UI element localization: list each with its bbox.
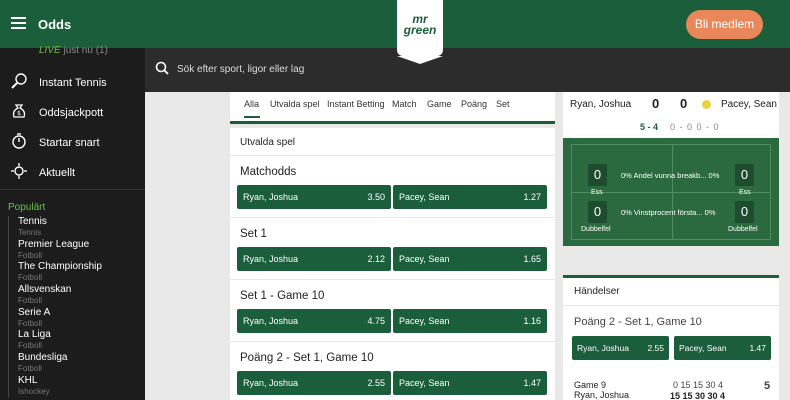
tab-match[interactable]: Match <box>392 99 417 109</box>
popular-item[interactable]: Bundesliga Fotboll <box>9 352 138 375</box>
other-sets: 0 - 0 0 - 0 <box>670 122 720 132</box>
sidebar-item-label: Instant Tennis <box>39 77 107 89</box>
events-panel: Händelser Poäng 2 - Set 1, Game 10 Ryan,… <box>563 275 779 400</box>
player-two-name: Pacey, Sean <box>721 99 777 110</box>
popular-item[interactable]: Premier League Fotboll <box>9 239 138 262</box>
active-tab-indicator <box>244 116 260 118</box>
odds-button[interactable]: Ryan, Joshua 2.55 <box>572 336 669 360</box>
events-market-title: Poäng 2 - Set 1, Game 10 <box>574 316 702 328</box>
current-set-games: 5 - 4 <box>640 122 659 132</box>
game-points-bottom: 15 15 30 30 4 <box>670 391 726 400</box>
odds-button[interactable]: Pacey, Sean 1.47 <box>393 371 547 395</box>
player-two-score: 0 <box>680 96 688 111</box>
svg-text:$: $ <box>17 110 21 117</box>
sidebar-item-aktuellt[interactable]: Aktuellt <box>0 158 145 188</box>
odds-button[interactable]: Pacey, Sean 1.47 <box>674 336 771 360</box>
sidebar-item-label: Aktuellt <box>39 167 76 179</box>
tab-set[interactable]: Set <box>496 99 510 109</box>
player-one-name: Ryan, Joshua <box>570 99 632 110</box>
featured-markets: Utvalda spel Matchodds Ryan, Joshua 3.50 … <box>230 128 555 400</box>
odds-button[interactable]: Ryan, Joshua 4.75 <box>237 309 391 333</box>
double-faults-label: Dubbelfel <box>581 226 611 233</box>
tab-poang[interactable]: Poäng <box>461 99 487 109</box>
double-faults-player-two: 0 <box>735 201 754 223</box>
break-points-stat: 0% Andel vunna breakb... 0% <box>621 171 720 180</box>
popular-list: Tennis Tennis Premier League Fotboll The C… <box>8 216 138 398</box>
tennis-racket-icon <box>9 72 29 92</box>
search-input[interactable]: Sök efter sport, ligor eller lag <box>177 64 304 75</box>
page-title: Odds <box>38 17 72 32</box>
odds-button[interactable]: Ryan, Joshua 2.12 <box>237 247 391 271</box>
market-title: Poäng 2 - Set 1, Game 10 <box>240 352 374 364</box>
popular-item[interactable]: Allsvenskan Fotboll <box>9 284 138 307</box>
popular-item[interactable]: The Championship Fotboll <box>9 261 138 284</box>
menu-icon[interactable] <box>11 17 26 29</box>
double-faults-label: Dubbelfel <box>728 226 758 233</box>
odds-button[interactable]: Pacey, Sean 1.65 <box>393 247 547 271</box>
scoreboard: Ryan, Joshua 0 0 Pacey, Sean <box>563 92 779 118</box>
market-row: Matchodds Ryan, Joshua 3.50 Pacey, Sean 1.… <box>230 156 555 218</box>
sidebar-item-label: Oddsjackpott <box>39 107 104 119</box>
popular-heading: Populärt <box>8 202 46 213</box>
sidebar-item-startar-snart[interactable]: Startar snart <box>0 128 145 158</box>
live-label: LIVE just nu (1) <box>39 45 108 56</box>
sidebar-item-label: Startar snart <box>39 137 100 149</box>
sidebar-item-oddsjackpott[interactable]: $ Oddsjackpott <box>0 98 145 128</box>
tab-game[interactable]: Game <box>427 99 452 109</box>
market-row: Set 1 Ryan, Joshua 2.12 Pacey, Sean 1.65 <box>230 218 555 280</box>
top-bar: Odds mr green Bli medlem <box>0 0 790 64</box>
odds-button[interactable]: Pacey, Sean 1.16 <box>393 309 547 333</box>
popular-item[interactable]: KHL Ishockey <box>9 375 138 398</box>
aces-player-two: 0 <box>735 164 754 186</box>
market-row: Poäng 2 - Set 1, Game 10 Ryan, Joshua 2.5… <box>230 342 555 400</box>
sidebar: LIVE just nu (1) Instant Tennis $ Oddsja… <box>0 45 145 400</box>
popular-item[interactable]: La Liga Fotboll <box>9 329 138 352</box>
sidebar-divider <box>0 189 145 190</box>
search-bar[interactable]: Sök efter sport, ligor eller lag <box>145 48 790 92</box>
market-row: Set 1 - Game 10 Ryan, Joshua 4.75 Pacey, … <box>230 280 555 342</box>
star-burst-icon <box>9 162 29 182</box>
join-button[interactable]: Bli medlem <box>686 10 763 39</box>
game-total: 5 <box>764 380 771 392</box>
search-icon <box>155 61 169 75</box>
money-bag-icon: $ <box>9 102 29 122</box>
tab-utvalda-spel[interactable]: Utvalda spel <box>270 99 320 109</box>
popular-item[interactable]: Tennis Tennis <box>9 216 138 239</box>
sidebar-item-instant-tennis[interactable]: Instant Tennis <box>0 68 145 98</box>
market-tabs: Alla Utvalda spel Instant Betting Match … <box>230 92 555 124</box>
tab-instant-betting[interactable]: Instant Betting <box>327 99 385 109</box>
events-heading: Händelser <box>574 286 620 297</box>
aces-label: Ess <box>739 189 751 196</box>
aces-player-one: 0 <box>588 164 607 186</box>
section-header: Utvalda spel <box>230 128 555 156</box>
player-one-score: 0 <box>652 96 660 111</box>
tab-alla[interactable]: Alla <box>244 99 259 109</box>
stopwatch-icon <box>9 132 29 152</box>
first-serve-stat: 0% Vinstprocent första... 0% <box>621 208 716 217</box>
serving-ball-icon <box>702 100 711 109</box>
game-label: Game 9 Ryan, Joshua <box>574 380 630 400</box>
odds-button[interactable]: Ryan, Joshua 3.50 <box>237 185 391 209</box>
set-scores: 5 - 4 0 - 0 0 - 0 <box>563 118 779 138</box>
game-points-top: 0 15 15 30 4 <box>673 380 724 390</box>
popular-item[interactable]: Serie A Fotboll <box>9 307 138 330</box>
logo-text: mr green <box>403 12 437 37</box>
odds-button[interactable]: Ryan, Joshua 2.55 <box>237 371 391 395</box>
odds-button[interactable]: Pacey, Sean 1.27 <box>393 185 547 209</box>
court-stats: 0 Ess 0 Ess 0% Andel vunna breakb... 0% … <box>563 138 779 246</box>
market-title: Matchodds <box>240 166 297 178</box>
market-title: Set 1 - Game 10 <box>240 290 325 302</box>
double-faults-player-one: 0 <box>588 201 607 223</box>
aces-label: Ess <box>591 189 603 196</box>
brand-logo[interactable]: mr green <box>397 0 443 64</box>
market-title: Set 1 <box>240 228 267 240</box>
